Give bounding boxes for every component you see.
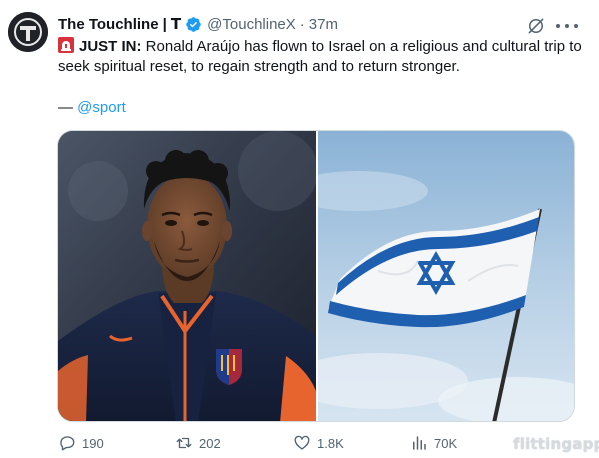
reply-icon <box>60 436 75 451</box>
tweet-media[interactable] <box>57 130 575 422</box>
author-name[interactable]: The Touchline <box>58 16 159 33</box>
repost-button[interactable]: 202 <box>175 434 221 452</box>
author-name-suffix[interactable]: | 𝗧 <box>163 15 182 33</box>
like-button[interactable]: 1.8K <box>293 434 344 452</box>
israel-flag-photo[interactable] <box>316 131 574 421</box>
heart-icon <box>294 435 310 450</box>
tweet-card[interactable]: The Touchline | 𝗧 @TouchlineX · 37m JUST… <box>0 0 599 458</box>
player-photo[interactable] <box>58 131 316 421</box>
repost-count: 202 <box>199 435 221 451</box>
israel-flag-image <box>318 131 574 421</box>
author-handle[interactable]: @TouchlineX <box>207 16 296 33</box>
views-button[interactable]: 70K <box>410 434 457 452</box>
like-count: 1.8K <box>317 435 344 451</box>
views-chart-icon <box>413 436 426 450</box>
tweet-lead: JUST IN: <box>79 38 142 55</box>
header-separator: · <box>299 15 305 33</box>
tweet-header: The Touchline | 𝗧 @TouchlineX · 37m <box>58 13 338 35</box>
source-dash: — <box>58 99 73 116</box>
views-count: 70K <box>434 435 458 451</box>
verified-badge-icon[interactable] <box>185 16 202 33</box>
author-avatar[interactable] <box>8 12 48 52</box>
siren-icon <box>58 37 74 53</box>
tweet-text: JUST IN: Ronald Araújo has flown to Isra… <box>58 37 583 77</box>
tweet-source-line: — @sport <box>58 98 126 118</box>
source-mention-link[interactable]: @sport <box>77 99 126 116</box>
grok-icon[interactable] <box>526 16 546 36</box>
repost-icon <box>176 437 192 449</box>
reply-button[interactable]: 190 <box>58 434 104 452</box>
player-portrait-image <box>58 131 316 421</box>
more-options-icon[interactable] <box>556 16 578 36</box>
watermark: flittingapp <box>513 435 599 453</box>
tweet-timestamp[interactable]: 37m <box>309 16 338 33</box>
reply-count: 190 <box>82 435 104 451</box>
touchline-logo-icon <box>8 12 48 52</box>
tweet-actions-bar: 190 202 1.8K 70K <box>58 432 588 454</box>
